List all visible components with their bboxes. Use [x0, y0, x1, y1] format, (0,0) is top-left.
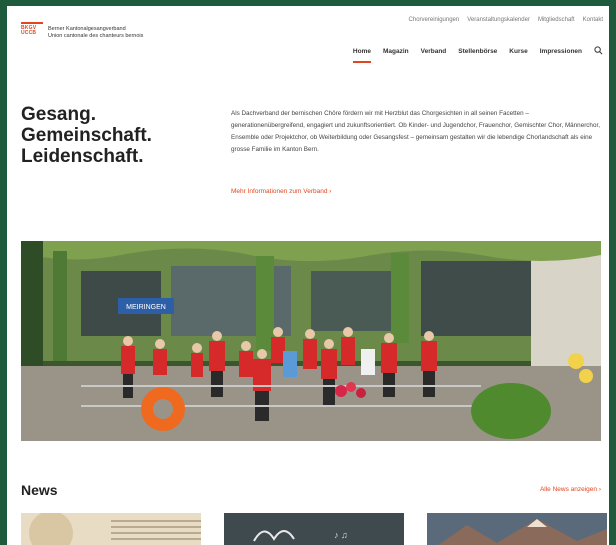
- logo-line-fr: Union cantonale des chanteurs bernois: [48, 32, 144, 39]
- choir-group-photo: MEIRINGEN: [21, 241, 601, 441]
- hero-photo: MEIRINGEN: [21, 241, 601, 441]
- news-card-image[interactable]: [427, 513, 607, 545]
- nav-stellenboerse[interactable]: Stellenbörse: [458, 48, 497, 55]
- sheet-music-image: [21, 513, 201, 545]
- top-nav-veranstaltungskalender[interactable]: Veranstaltungskalender: [467, 17, 530, 23]
- top-nav-kontakt[interactable]: Kontakt: [583, 17, 603, 23]
- svg-text:♪ ♫: ♪ ♫: [334, 530, 348, 540]
- chalkboard-image: ♪ ♫: [224, 513, 404, 545]
- news-card-image[interactable]: ♪ ♫: [224, 513, 404, 545]
- logo-mark: BKGV UCCB: [21, 22, 43, 36]
- search-icon[interactable]: [594, 46, 603, 57]
- all-news-link[interactable]: Alle News anzeigen ›: [540, 486, 601, 493]
- nav-home[interactable]: Home: [352, 48, 372, 63]
- hero-title-line: Gesang.: [21, 104, 96, 125]
- meiringen-sign: MEIRINGEN: [126, 304, 166, 311]
- main-nav: Home Magazin Verband Stellenbörse Kurse …: [352, 46, 603, 63]
- hero-description: Als Dachverband der bernischen Chöre för…: [231, 110, 600, 153]
- top-nav-mitgliedschaft[interactable]: Mitgliedschaft: [538, 17, 575, 23]
- top-nav-chorvereinigungen[interactable]: Chorvereinigungen: [409, 17, 460, 23]
- logo-text: Berner Kantonalgesangverband Union canto…: [48, 22, 143, 39]
- top-nav: Chorvereinigungen Veranstaltungskalender…: [409, 17, 603, 23]
- nav-magazin[interactable]: Magazin: [383, 48, 409, 55]
- hero-title-line: Leidenschaft.: [21, 146, 144, 167]
- nav-kurse[interactable]: Kurse: [509, 48, 527, 55]
- browser-page: BKGV UCCB Berner Kantonalgesangverband U…: [7, 6, 609, 545]
- news-card-image[interactable]: [21, 513, 201, 545]
- more-info-link[interactable]: Mehr Informationen zum Verband ›: [231, 188, 331, 195]
- logo-mark-line: UCCB: [21, 30, 37, 36]
- site-logo[interactable]: BKGV UCCB Berner Kantonalgesangverband U…: [21, 22, 143, 39]
- hero-title: Gesang. Gemeinschaft. Leidenschaft.: [21, 104, 152, 167]
- nav-impressionen[interactable]: Impressionen: [540, 48, 582, 55]
- hero-title-line: Gemeinschaft.: [21, 125, 152, 146]
- mountain-image: [427, 513, 607, 545]
- news-heading: News: [21, 482, 58, 498]
- nav-verband[interactable]: Verband: [421, 48, 447, 55]
